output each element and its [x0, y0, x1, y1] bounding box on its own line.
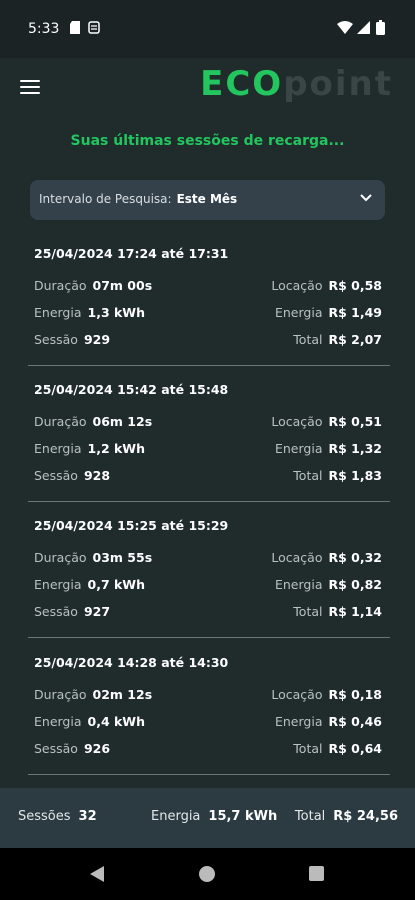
notification-icon [88, 21, 100, 34]
session-row-energy: Energia 1,3 kWh Energia R$ 1,49 [34, 305, 382, 320]
status-bar: 5:33 [0, 0, 415, 58]
summary-energy: Energia 15,7 kWh [151, 809, 278, 824]
sd-card-icon [70, 21, 80, 34]
session-row-session: Sessão 927 Total R$ 1,14 [34, 604, 382, 619]
status-time: 5:33 [28, 21, 60, 37]
divider [28, 637, 390, 638]
summary-total: Total R$ 24,56 [294, 809, 398, 824]
session-row-duration: Duração 03m 55s Locação R$ 0,32 [34, 550, 382, 565]
hamburger-menu-icon[interactable] [20, 80, 40, 96]
app-bar: ECOpoint [0, 58, 415, 118]
signal-icon [357, 21, 370, 34]
back-icon[interactable] [90, 866, 104, 882]
divider [28, 501, 390, 502]
summary-sessions: Sessões 32 [18, 809, 97, 824]
home-icon[interactable] [199, 866, 215, 882]
session-header: 25/04/2024 17:24 até 17:31 [34, 246, 229, 261]
divider [28, 774, 390, 775]
chevron-down-icon [360, 194, 372, 202]
summary-footer: Sessões 32 Energia 15,7 kWh Total R$ 24,56 [0, 788, 415, 848]
session-row-energy: Energia 0,4 kWh Energia R$ 0,46 [34, 714, 382, 729]
session-row-energy: Energia 1,2 kWh Energia R$ 1,32 [34, 441, 382, 456]
session-row-duration: Duração 02m 12s Locação R$ 0,18 [34, 687, 382, 702]
battery-icon [376, 20, 385, 35]
session-row-duration: Duração 06m 12s Locação R$ 0,51 [34, 414, 382, 429]
session-header: 25/04/2024 14:28 até 14:30 [34, 655, 229, 670]
ecopoint-logo: ECOpoint [200, 64, 393, 104]
session-row-duration: Duração 07m 00s Locação R$ 0,58 [34, 278, 382, 293]
recent-apps-icon[interactable] [309, 866, 324, 881]
page-subtitle: Suas últimas sessões de recarga... [70, 133, 345, 149]
session-row-session: Sessão 926 Total R$ 0,64 [34, 741, 382, 756]
session-row-session: Sessão 928 Total R$ 1,83 [34, 468, 382, 483]
filter-value: Este Mês [176, 192, 238, 206]
session-row-energy: Energia 0,7 kWh Energia R$ 0,82 [34, 577, 382, 592]
session-header: 25/04/2024 15:25 até 15:29 [34, 518, 229, 533]
system-nav-bar [0, 848, 415, 900]
filter-label: Intervalo de Pesquisa: Este Mês [39, 192, 238, 206]
session-header: 25/04/2024 15:42 até 15:48 [34, 382, 229, 397]
session-row-session: Sessão 929 Total R$ 2,07 [34, 332, 382, 347]
wifi-icon [337, 21, 353, 34]
divider [28, 365, 390, 366]
search-interval-dropdown[interactable]: Intervalo de Pesquisa: Este Mês [30, 180, 385, 220]
